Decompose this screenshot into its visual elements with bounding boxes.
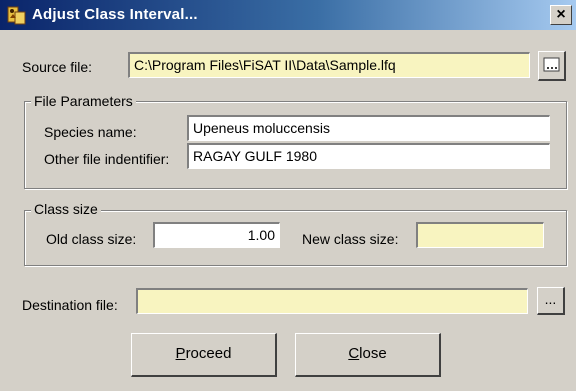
close-mnemonic: C: [348, 345, 360, 362]
other-identifier-input[interactable]: RAGAY GULF 1980: [187, 143, 550, 169]
source-browse-button[interactable]: [538, 51, 566, 81]
class-size-title: Class size: [31, 201, 101, 217]
destination-browse-label: ...: [544, 291, 557, 307]
species-name-label: Species name:: [44, 124, 137, 140]
other-identifier-label: Other file indentifier:: [44, 151, 170, 167]
close-label: lose: [359, 345, 387, 362]
proceed-label: roceed: [185, 345, 232, 362]
species-name-input[interactable]: Upeneus moluccensis: [187, 115, 550, 141]
destination-file-field[interactable]: [136, 288, 528, 314]
close-icon: ×: [556, 6, 566, 23]
close-window-button[interactable]: ×: [550, 5, 572, 25]
new-class-size-label: New class size:: [302, 231, 399, 247]
proceed-button[interactable]: Proceed: [131, 333, 277, 377]
source-file-field[interactable]: C:\Program Files\FiSAT II\Data\Sample.lf…: [128, 52, 530, 78]
close-button[interactable]: Close: [295, 333, 441, 377]
destination-file-label: Destination file:: [22, 297, 118, 313]
source-file-label: Source file:: [22, 59, 93, 75]
window-title: Adjust Class Interval...: [32, 6, 198, 23]
old-class-size-input[interactable]: 1.00: [153, 222, 280, 248]
title-bar[interactable]: Adjust Class Interval... ×: [0, 0, 576, 30]
old-class-size-label: Old class size:: [46, 231, 137, 247]
adjust-class-interval-dialog: Adjust Class Interval... × Source file: …: [0, 0, 576, 391]
proceed-mnemonic: P: [175, 345, 186, 362]
new-class-size-input[interactable]: [416, 222, 544, 248]
app-icon: [6, 4, 28, 26]
destination-browse-button[interactable]: ...: [537, 287, 565, 315]
file-parameters-title: File Parameters: [31, 93, 136, 109]
browse-icon: [542, 57, 562, 78]
